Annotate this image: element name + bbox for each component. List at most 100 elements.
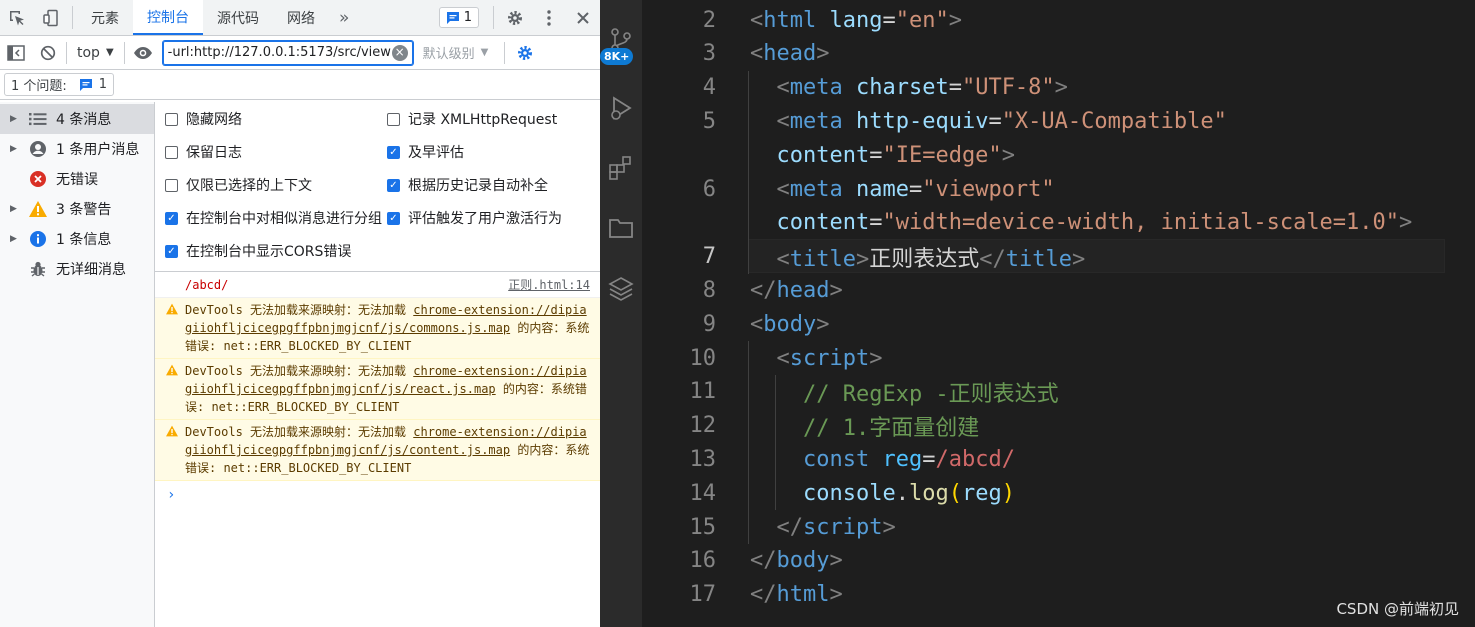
code-line[interactable]: 10 <script> bbox=[642, 341, 1475, 375]
sidebar-item-messages[interactable]: ▶ 4 条消息 bbox=[0, 104, 154, 134]
log-levels-dropdown[interactable]: 默认级别 ▼ bbox=[413, 43, 499, 62]
expand-arrow-icon[interactable]: ▶ bbox=[10, 144, 22, 154]
code-line[interactable]: 6 <meta name="viewport" bbox=[642, 172, 1475, 206]
tab-elements[interactable]: 元素 bbox=[77, 0, 133, 35]
settings-gear-icon[interactable] bbox=[498, 0, 532, 35]
tab-sources[interactable]: 源代码 bbox=[203, 0, 273, 35]
layers-icon[interactable] bbox=[600, 268, 642, 308]
code-token: meta bbox=[789, 75, 843, 101]
sidebar-item-warnings[interactable]: ▶ 3 条警告 bbox=[0, 194, 154, 224]
folder-icon[interactable] bbox=[600, 208, 642, 248]
code-line[interactable]: 11 // RegExp -正则表达式 bbox=[642, 375, 1475, 409]
code-token: > bbox=[1054, 75, 1068, 101]
sidebar-item-info[interactable]: ▶ 1 条信息 bbox=[0, 224, 154, 254]
checkbox[interactable]: ✓ bbox=[387, 179, 400, 192]
issues-counter-button[interactable]: 1 bbox=[438, 7, 479, 28]
code-line[interactable]: 4 <meta charset="UTF-8"> bbox=[642, 71, 1475, 105]
sidebar-item-label: 1 条信息 bbox=[56, 232, 112, 248]
console-warning-message: DevTools 无法加载来源映射：无法加载 chrome-extension:… bbox=[155, 298, 600, 359]
setting-selected-context-only[interactable]: 仅限已选择的上下文 bbox=[165, 172, 387, 205]
extensions-icon[interactable] bbox=[600, 148, 642, 188]
code-line[interactable]: content="width=device-width, initial-sca… bbox=[642, 206, 1475, 240]
console-settings-gear-icon[interactable] bbox=[509, 36, 541, 70]
setting-group-similar[interactable]: ✓ 在控制台中对相似消息进行分组 bbox=[165, 205, 387, 238]
code-token: "UTF-8" bbox=[961, 75, 1055, 101]
code-editor[interactable]: 2 <html lang="en"> 3 <head> 4 <meta charset=… bbox=[642, 0, 1475, 627]
more-options-icon[interactable] bbox=[532, 0, 566, 35]
code-token: // RegExp -正则表达式 bbox=[802, 381, 1059, 407]
console-prompt-input[interactable]: › bbox=[155, 481, 600, 509]
source-link[interactable]: 正则.html:14 bbox=[508, 276, 590, 294]
setting-show-cors-errors[interactable]: ✓ 在控制台中显示CORS错误 bbox=[165, 238, 387, 271]
code-line[interactable]: 7 <title>正则表达式</title> bbox=[642, 240, 1475, 274]
checkbox[interactable]: ✓ bbox=[387, 212, 400, 225]
code-line[interactable]: 3 <head> bbox=[642, 37, 1475, 71]
show-sidebar-icon[interactable] bbox=[0, 36, 32, 70]
code-line[interactable]: 13 const reg=/abcd/ bbox=[642, 442, 1475, 476]
checkbox[interactable]: ✓ bbox=[165, 245, 178, 258]
expand-arrow-icon[interactable]: ▶ bbox=[10, 234, 22, 244]
live-expression-eye-icon[interactable] bbox=[127, 36, 159, 70]
setting-label: 根据历史记录自动补全 bbox=[408, 178, 548, 194]
code-line[interactable]: 15 </script> bbox=[642, 510, 1475, 544]
code-line[interactable]: 2 <html lang="en"> bbox=[642, 3, 1475, 37]
code-token: head bbox=[763, 41, 817, 67]
filter-input-box[interactable]: × bbox=[162, 40, 413, 65]
setting-label: 隐藏网络 bbox=[186, 112, 242, 128]
code-line[interactable]: 9 <body> bbox=[642, 307, 1475, 341]
code-line[interactable]: content="IE=edge"> bbox=[642, 138, 1475, 172]
issues-label: 1 个问题: bbox=[11, 79, 67, 94]
setting-label: 在控制台中显示CORS错误 bbox=[186, 244, 352, 260]
setting-autocomplete-history[interactable]: ✓ 根据历史记录自动补全 bbox=[387, 172, 600, 205]
line-number: 12 bbox=[689, 413, 717, 439]
checkbox[interactable] bbox=[165, 113, 178, 126]
issues-chip-button[interactable]: 1 个问题: 1 bbox=[4, 73, 115, 96]
code-line[interactable]: 5 <meta http-equiv="X-UA-Compatible" bbox=[642, 104, 1475, 138]
sidebar-item-user-messages[interactable]: ▶ 1 条用户消息 bbox=[0, 134, 154, 164]
console-log-message: /abcd/ 正则.html:14 bbox=[155, 272, 600, 298]
clear-console-icon[interactable] bbox=[32, 36, 64, 70]
context-selector[interactable]: top ▼ bbox=[69, 45, 122, 61]
expand-arrow-icon[interactable]: ▶ bbox=[10, 204, 22, 214]
close-icon[interactable] bbox=[566, 0, 600, 35]
code-line[interactable]: 14 console.log(reg) bbox=[642, 476, 1475, 510]
setting-hide-network[interactable]: 隐藏网络 bbox=[165, 106, 387, 139]
filter-input[interactable] bbox=[167, 45, 392, 60]
setting-user-activation-eval[interactable]: ✓ 评估触发了用户激活行为 bbox=[387, 205, 600, 238]
sidebar-item-errors[interactable]: 无错误 bbox=[0, 164, 154, 194]
setting-label: 仅限已选择的上下文 bbox=[186, 178, 312, 194]
code-line[interactable]: 12 // 1.字面量创建 bbox=[642, 409, 1475, 443]
code-token: script bbox=[789, 345, 870, 371]
code-token: = bbox=[948, 75, 962, 101]
setting-log-xmlhttprequest[interactable]: 记录 XMLHttpRequest bbox=[387, 106, 600, 139]
issues-chip-count: 1 bbox=[98, 77, 108, 92]
sidebar-item-verbose[interactable]: 无详细消息 bbox=[0, 254, 154, 284]
context-label: top bbox=[77, 44, 100, 61]
tab-network[interactable]: 网络 bbox=[273, 0, 329, 35]
code-token: const bbox=[802, 446, 870, 472]
device-toolbar-icon[interactable] bbox=[34, 0, 68, 35]
checkbox[interactable]: ✓ bbox=[387, 146, 400, 159]
tab-console[interactable]: 控制台 bbox=[133, 0, 203, 35]
checkbox[interactable] bbox=[165, 146, 178, 159]
code-token: </ bbox=[750, 277, 777, 303]
code-line[interactable]: 16 </body> bbox=[642, 544, 1475, 578]
checkbox[interactable] bbox=[165, 179, 178, 192]
setting-eager-evaluation[interactable]: ✓ 及早评估 bbox=[387, 139, 600, 172]
more-tabs-button[interactable]: » bbox=[329, 0, 359, 35]
clear-filter-icon[interactable]: × bbox=[391, 44, 408, 61]
line-number: 5 bbox=[702, 108, 716, 134]
checkbox[interactable] bbox=[387, 113, 400, 126]
code-line[interactable]: 8 </head> bbox=[642, 273, 1475, 307]
run-debug-icon[interactable] bbox=[600, 88, 642, 128]
expand-arrow-icon[interactable]: ▶ bbox=[10, 114, 22, 124]
inspect-element-icon[interactable] bbox=[0, 0, 34, 35]
setting-preserve-log[interactable]: 保留日志 bbox=[165, 139, 387, 172]
checkbox[interactable]: ✓ bbox=[165, 212, 178, 225]
